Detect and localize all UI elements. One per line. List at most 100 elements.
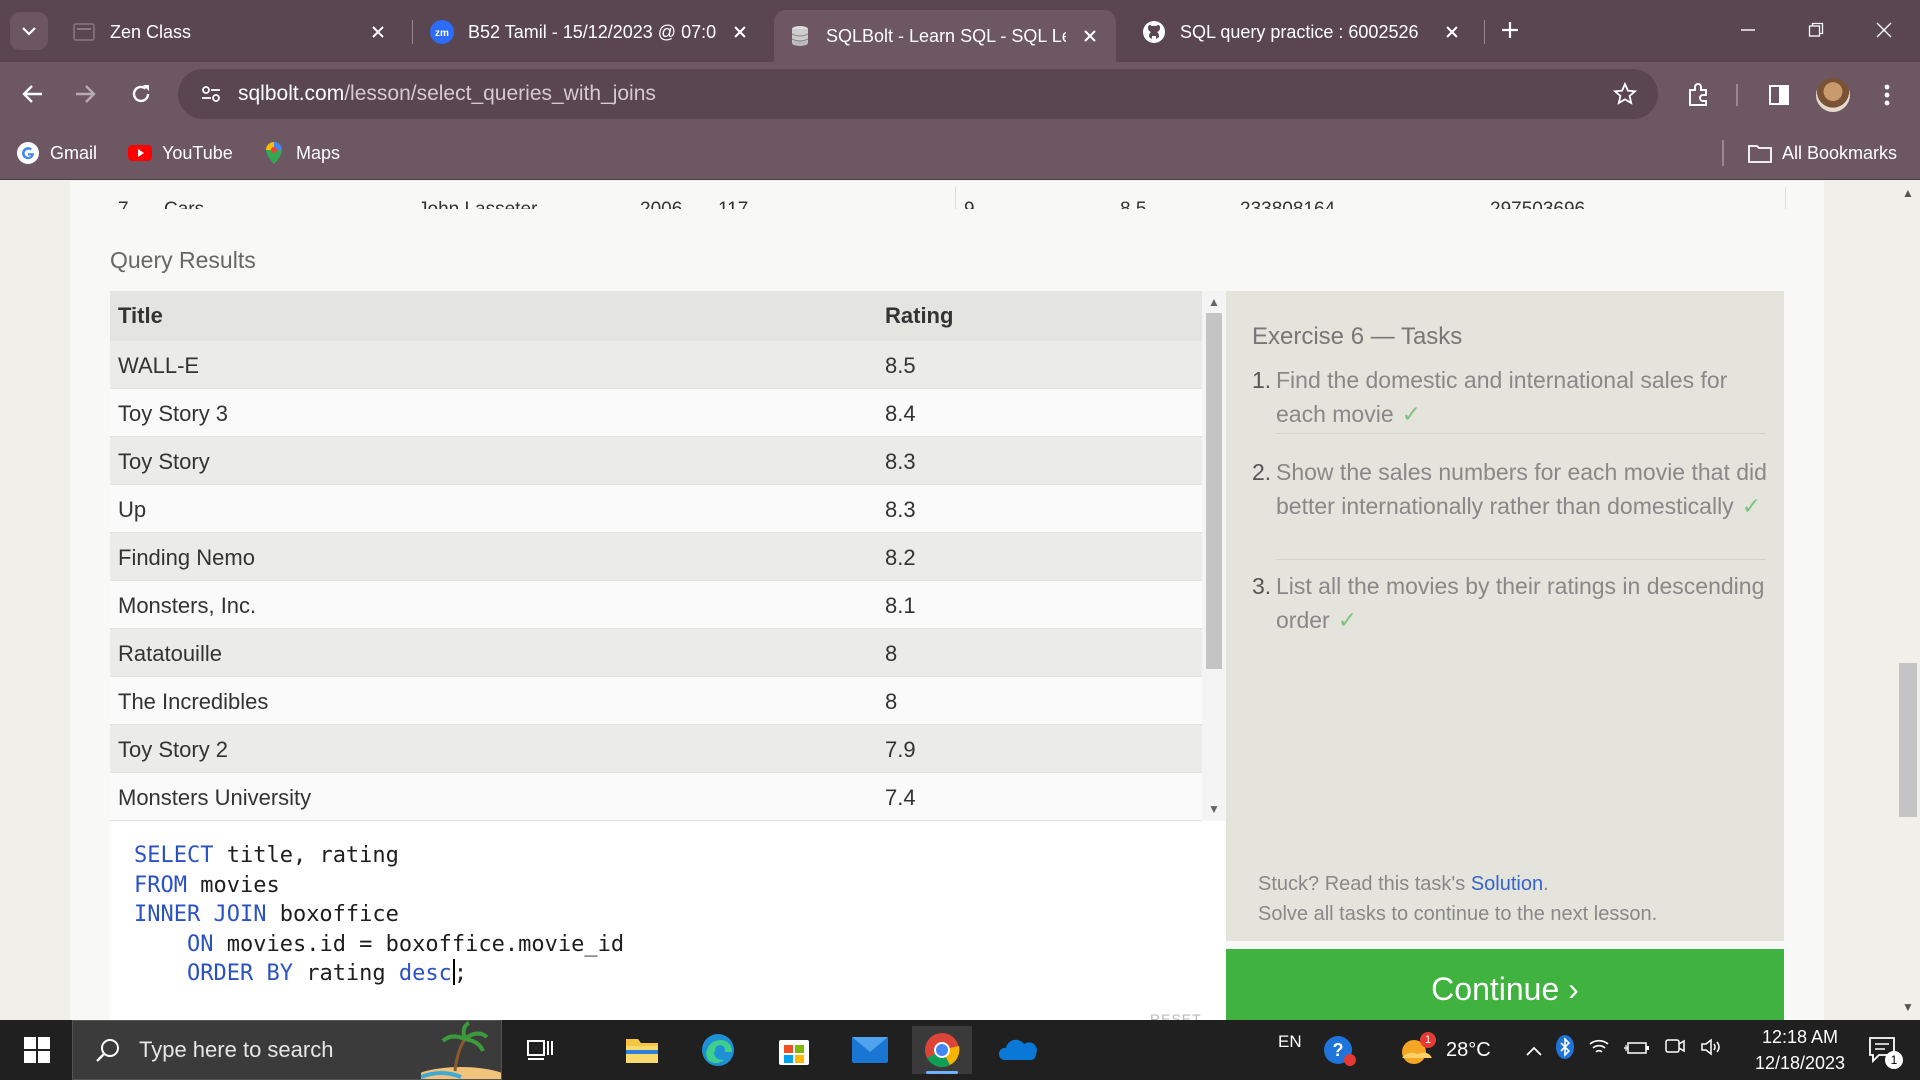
- solve-all-text: Solve all tasks to continue to the next …: [1258, 903, 1658, 925]
- sql-keyword: ON: [186, 931, 214, 957]
- tab-github[interactable]: SQL query practice : 6002526: [1128, 10, 1478, 54]
- sql-code[interactable]: SELECT title, rating FROM movies INNER JOI…: [134, 841, 624, 989]
- cell: 7: [118, 199, 129, 209]
- cell-rating: 8.5: [885, 353, 916, 378]
- minimize-icon: [1741, 29, 1755, 31]
- bookmark-maps[interactable]: Maps: [262, 139, 340, 167]
- chevron-up-icon[interactable]: [1526, 1039, 1542, 1062]
- github-icon: [1142, 20, 1166, 44]
- extensions-icon[interactable]: [1682, 78, 1716, 112]
- site-info-icon[interactable]: [196, 79, 226, 109]
- scroll-up-icon[interactable]: ▲: [1207, 296, 1221, 308]
- page-scrollbar[interactable]: ▲ ▼: [1896, 181, 1920, 1020]
- browser-toolbar: sqlbolt.com/lesson/select_queries_with_j…: [0, 62, 1920, 126]
- scroll-up-icon[interactable]: ▲: [1902, 187, 1914, 199]
- address-bar[interactable]: sqlbolt.com/lesson/select_queries_with_j…: [178, 69, 1658, 119]
- bookmark-gmail[interactable]: Gmail: [16, 139, 97, 167]
- cell: 297503696: [1490, 199, 1585, 209]
- tab-zoom-meeting[interactable]: zm B52 Tamil - 15/12/2023 @ 07:00: [416, 10, 766, 54]
- sql-text: title, rating: [213, 843, 399, 868]
- close-window-button[interactable]: [1868, 14, 1900, 46]
- taskbar-search[interactable]: Type here to search: [72, 1020, 502, 1080]
- language-indicator[interactable]: EN: [1278, 1012, 1302, 1072]
- weather-widget[interactable]: 1 28°C: [1398, 1020, 1491, 1080]
- notifications-button[interactable]: 1: [1852, 1026, 1912, 1074]
- onedrive-icon: [998, 1039, 1037, 1060]
- cell-rating: 8.3: [885, 497, 916, 522]
- scroll-down-icon[interactable]: ▼: [1207, 803, 1221, 815]
- task-item-1: 1. Find the domestic and international s…: [1252, 363, 1767, 431]
- bookmark-youtube[interactable]: YouTube: [128, 139, 233, 167]
- minimize-button[interactable]: [1732, 14, 1764, 46]
- close-icon[interactable]: [1078, 24, 1102, 48]
- close-icon[interactable]: [366, 20, 390, 44]
- sql-text: ;: [453, 961, 468, 986]
- battery-icon[interactable]: [1624, 1039, 1650, 1062]
- cell-title: WALL-E: [118, 353, 200, 378]
- volume-icon[interactable]: [1700, 1037, 1724, 1063]
- cell-rating: 8: [885, 689, 898, 714]
- file-explorer-button[interactable]: [612, 1026, 672, 1074]
- bluetooth-icon[interactable]: [1556, 1035, 1574, 1065]
- restore-button[interactable]: [1800, 14, 1832, 46]
- solution-link[interactable]: Solution: [1471, 873, 1543, 895]
- cell-rating: 8.2: [885, 545, 916, 570]
- profile-avatar[interactable]: [1816, 78, 1850, 112]
- scrollbar-thumb[interactable]: [1899, 663, 1917, 817]
- edge-button[interactable]: [688, 1026, 748, 1074]
- reload-button[interactable]: [122, 75, 160, 113]
- reset-button[interactable]: RESET: [1150, 1011, 1202, 1020]
- tab-zen-class[interactable]: Zen Class: [58, 10, 404, 54]
- bookmark-label: YouTube: [162, 142, 233, 163]
- system-clock[interactable]: 12:18 AM 12/18/2023: [1740, 1024, 1860, 1076]
- sql-editor[interactable]: SELECT title, rating FROM movies INNER JOI…: [110, 821, 1226, 1020]
- restore-icon: [1808, 22, 1824, 37]
- meet-now-icon[interactable]: [1664, 1037, 1686, 1063]
- all-bookmarks-button[interactable]: All Bookmarks: [1748, 139, 1897, 167]
- continue-button[interactable]: Continue ›: [1226, 949, 1784, 1020]
- scrollbar-thumb[interactable]: [1206, 313, 1222, 669]
- cell: Cars: [164, 199, 204, 209]
- back-button[interactable]: [14, 75, 52, 113]
- query-results-heading: Query Results: [110, 247, 256, 273]
- task-view-button[interactable]: [510, 1026, 570, 1074]
- store-icon: [779, 1040, 809, 1065]
- close-icon[interactable]: [1440, 20, 1464, 44]
- task-number: 2.: [1252, 459, 1272, 485]
- query-results-table[interactable]: Title Rating WALL-E 8.5 Toy Story 3 8.4 Toy …: [110, 291, 1226, 821]
- wifi-icon[interactable]: [1588, 1038, 1610, 1062]
- url-text[interactable]: sqlbolt.com/lesson/select_queries_with_j…: [238, 82, 656, 106]
- results-scrollbar[interactable]: ▲ ▼: [1202, 291, 1226, 821]
- menu-kebab-icon[interactable]: [1870, 78, 1904, 112]
- task-divider: [1276, 433, 1766, 434]
- forward-button[interactable]: [66, 75, 104, 113]
- tab-sqlbolt[interactable]: SQLBolt - Learn SQL - SQL Lesson: [774, 10, 1116, 62]
- help-button[interactable]: ?: [1310, 1026, 1370, 1074]
- sql-keyword: desc: [398, 961, 452, 986]
- sql-keyword: FROM: [134, 872, 187, 898]
- scroll-down-icon[interactable]: ▼: [1902, 1001, 1914, 1013]
- arrow-right-icon: [76, 85, 96, 103]
- new-tab-button[interactable]: [1494, 14, 1526, 46]
- microsoft-store-button[interactable]: [764, 1026, 824, 1074]
- tab-bar: Zen Class zm B52 Tamil - 15/12/2023 @ 07…: [0, 0, 1920, 62]
- reload-icon: [132, 85, 150, 103]
- close-icon[interactable]: [728, 20, 752, 44]
- search-icon: [91, 1033, 125, 1067]
- previous-table-fragment: 7 Cars John Lasseter 2006 117 9 8.5 2338…: [110, 181, 1786, 209]
- onedrive-button[interactable]: [988, 1026, 1048, 1074]
- cell-title: Finding Nemo: [118, 545, 255, 570]
- maps-icon: [262, 141, 286, 165]
- mail-button[interactable]: [840, 1026, 900, 1074]
- task-view-icon: [527, 1040, 553, 1060]
- cell-title: Toy Story: [118, 449, 210, 474]
- bookmark-star-icon[interactable]: [1610, 79, 1640, 109]
- side-panel-icon[interactable]: [1762, 78, 1796, 112]
- tab-search-button[interactable]: [10, 12, 48, 50]
- cell: John Lasseter: [418, 199, 537, 209]
- code-line: INNER JOIN boxoffice: [134, 900, 624, 930]
- chrome-button[interactable]: [912, 1026, 972, 1074]
- checkmark-icon: ✓: [1401, 401, 1421, 427]
- code-line: FROM movies: [134, 871, 624, 901]
- start-button[interactable]: [12, 1030, 62, 1070]
